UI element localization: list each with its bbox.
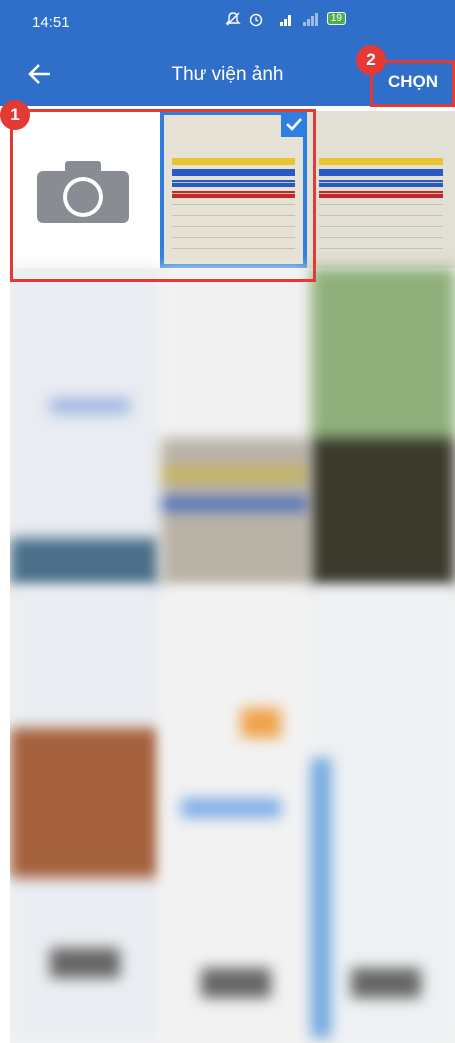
step-marker-2: 2 [356, 45, 386, 75]
battery-icon: 19 [326, 12, 346, 26]
highlight-box-1 [10, 109, 316, 282]
signal-4g-icon [279, 14, 291, 26]
alarm-icon [250, 13, 263, 26]
photo-tile[interactable] [10, 268, 159, 586]
photo-tile[interactable] [311, 588, 455, 1043]
mute-icon [225, 12, 241, 26]
photo-tile[interactable] [311, 268, 455, 586]
photo-tile[interactable] [161, 268, 309, 586]
photo-thumbnail [307, 111, 455, 268]
status-time: 14:51 [32, 14, 70, 31]
status-bar: 14:51 19 [0, 0, 455, 44]
photo-tile[interactable] [161, 588, 309, 1043]
photo-tile[interactable] [307, 111, 455, 268]
step-marker-1: 1 [0, 100, 30, 130]
photo-tile[interactable] [10, 588, 159, 1043]
status-icons: 19 [225, 10, 346, 28]
signal-icon [303, 12, 319, 26]
